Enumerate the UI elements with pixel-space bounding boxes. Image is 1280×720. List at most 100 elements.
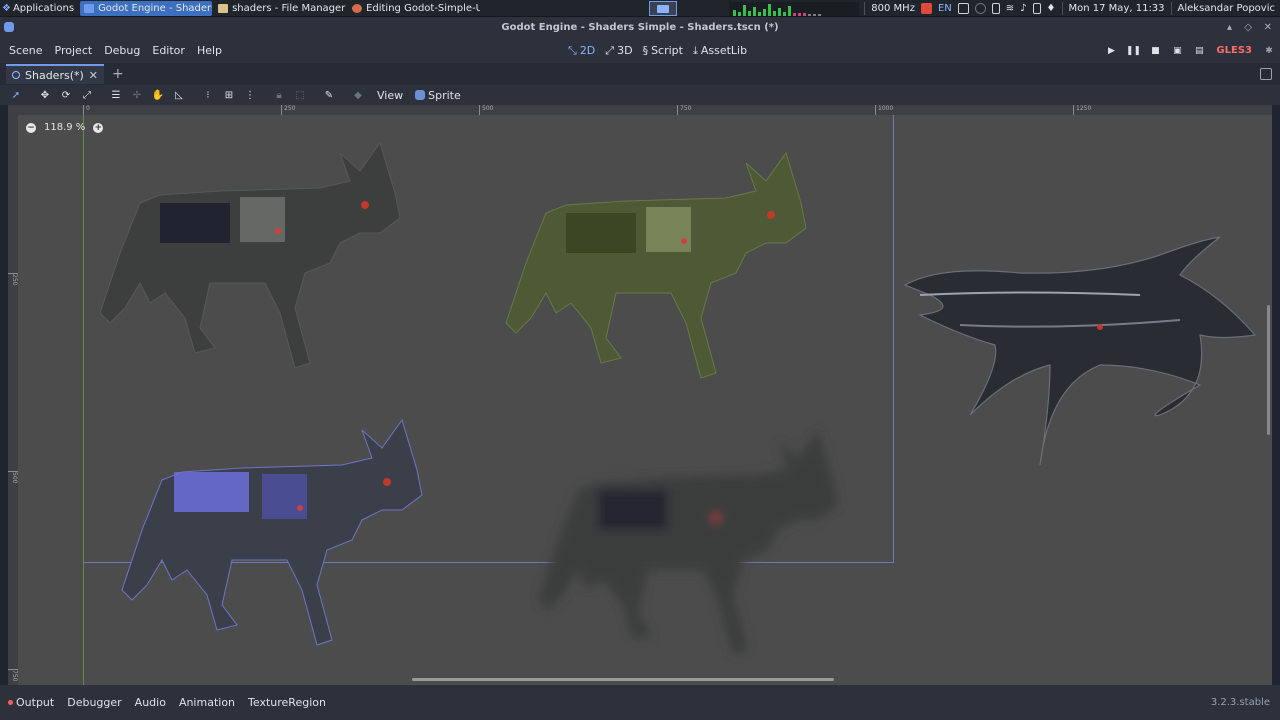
zoom-level[interactable]: 118.9 % [44, 122, 85, 133]
godot-app-icon [84, 3, 95, 13]
maximize-icon[interactable]: ◇ [1244, 22, 1252, 33]
bluetooth-icon[interactable] [974, 3, 986, 14]
canvas-viewport[interactable]: 0 250 500 750 1000 1250 250 500 750 − 11… [8, 105, 1272, 685]
workspace-3d[interactable]: ⤢ 3D [605, 44, 632, 58]
notification-icon[interactable]: ♦ [1047, 3, 1056, 14]
tab-output[interactable]: Output [8, 696, 54, 709]
close-icon[interactable]: ✕ [1264, 22, 1272, 33]
workspace-assetlib[interactable]: ⤓ AssetLib [693, 44, 747, 58]
ruler-left: 250 500 750 [8, 115, 18, 685]
zoom-out-button[interactable]: − [26, 122, 36, 133]
sprite-cat-distorted[interactable] [900, 235, 1260, 475]
workspace-label: 3D [617, 44, 633, 57]
ruler-tick: 1250 [1073, 105, 1091, 115]
update-spinner-icon[interactable]: ✱ [1264, 46, 1274, 56]
ruler-tick: 1000 [875, 105, 893, 115]
rotate-tool-icon[interactable]: ⟳ [58, 87, 74, 103]
zoom-controls: − 118.9 % + [26, 122, 104, 133]
ruler-tick: 500 [8, 471, 18, 483]
workspace-script[interactable]: § Script [643, 44, 683, 57]
snap-options-icon[interactable]: ⋮ [242, 87, 258, 103]
grid-snap-icon[interactable]: ⊞ [221, 87, 237, 103]
ruler-tool-icon[interactable]: ◺ [171, 87, 187, 103]
horizontal-scrollbar[interactable] [412, 678, 834, 681]
play-scene-icon[interactable]: ▣ [1172, 46, 1182, 56]
smart-snap-icon[interactable]: ⁝ [200, 87, 216, 103]
wifi-icon[interactable]: ≋ [1006, 3, 1014, 14]
menu-editor[interactable]: Editor [146, 44, 191, 57]
phone-icon[interactable] [991, 3, 1000, 14]
window-titlebar[interactable]: Godot Engine - Shaders Simple - Shaders.… [0, 17, 1280, 38]
task-label: Editing Godot-Simple-U... [366, 2, 481, 14]
task-browser[interactable]: Editing Godot-Simple-U... [348, 1, 480, 16]
volume-icon[interactable]: ♪ [1020, 3, 1026, 14]
workspace-label: Script [651, 44, 683, 57]
applications-menu[interactable]: ❖ Applications [0, 1, 78, 16]
sprite-cat-camo-green[interactable] [496, 143, 826, 388]
tab-animation[interactable]: Animation [179, 696, 235, 709]
ruler-top: 0 250 500 750 1000 1250 [8, 105, 1272, 115]
sprite-menu[interactable]: Sprite [415, 89, 461, 102]
view-menu[interactable]: View [377, 89, 403, 102]
workspace-tabs: ⤡ 2D ⤢ 3D § Script ⤓ AssetLib [568, 38, 747, 63]
group-icon[interactable]: ⬚ [292, 87, 308, 103]
engine-version: 3.2.3.stable [1210, 697, 1270, 708]
task-godot[interactable]: Godot Engine - Shaders ... [80, 0, 213, 16]
user-name[interactable]: Aleksandar Popovic [1178, 3, 1275, 14]
3d-icon: ⤢ [605, 43, 615, 57]
scale-tool-icon[interactable]: ⤢ [79, 87, 95, 103]
bottom-panel-bar: Output Debugger Audio Animation TextureR… [0, 685, 1280, 720]
play-custom-scene-icon[interactable]: ▤ [1194, 46, 1204, 56]
browser-icon [352, 3, 363, 13]
move-tool-icon[interactable]: ✥ [37, 87, 53, 103]
sprite-cat-camo-blue[interactable] [112, 410, 442, 655]
pan-tool-icon[interactable]: ✋ [150, 87, 166, 103]
ruler-tick: 0 [83, 105, 90, 115]
tab-texture-region[interactable]: TextureRegion [248, 696, 326, 709]
sprite-icon [415, 90, 426, 100]
close-tab-icon[interactable]: ✕ [89, 69, 98, 82]
cpu-graph [729, 1, 860, 16]
keyboard-layout[interactable]: EN [938, 3, 952, 14]
minimize-icon[interactable]: ▴ [1227, 22, 1232, 33]
task-file-manager[interactable]: shaders - File Manager [214, 1, 346, 16]
lock-icon[interactable]: 🔒︎ [271, 87, 287, 103]
distraction-free-icon[interactable] [1260, 68, 1272, 80]
clock[interactable]: Mon 17 May, 11:33 [1069, 3, 1165, 14]
sprite-cat-camo-dark[interactable] [90, 133, 420, 378]
workspace-2d[interactable]: ⤡ 2D [568, 44, 595, 58]
error-indicator-icon [8, 700, 13, 705]
stop-icon[interactable]: ■ [1150, 46, 1160, 56]
menu-debug[interactable]: Debug [98, 44, 146, 57]
sprite-cat-blurred[interactable] [528, 420, 858, 665]
add-tab-icon[interactable]: + [112, 66, 124, 82]
workspace-switcher[interactable] [649, 1, 677, 16]
pause-icon[interactable]: ❚❚ [1126, 46, 1141, 56]
workspace-label: 2D [579, 44, 596, 57]
task-label: Godot Engine - Shaders ... [98, 2, 212, 14]
play-controls: ▶ ❚❚ ■ ▣ ▤ GLES3 ✱ [1106, 38, 1274, 63]
camera-override-icon[interactable]: ◆ [350, 87, 366, 103]
applications-label: Applications [12, 2, 75, 14]
vertical-scrollbar[interactable] [1267, 305, 1270, 435]
battery-icon[interactable] [1032, 3, 1041, 14]
clipboard-icon[interactable] [957, 3, 969, 14]
menu-help[interactable]: Help [191, 44, 228, 57]
scene-tab-bar: Shaders(*) ✕ + [0, 63, 1280, 85]
applications-icon: ❖ [2, 2, 11, 14]
play-icon[interactable]: ▶ [1106, 46, 1116, 56]
select-tool-icon[interactable]: ➚ [8, 87, 24, 103]
renderer-select[interactable]: GLES3 [1216, 45, 1252, 56]
pivot-tool-icon[interactable]: ✢ [129, 87, 145, 103]
menu-project[interactable]: Project [49, 44, 99, 57]
zoom-in-button[interactable]: + [93, 122, 104, 133]
no-network-icon[interactable] [920, 3, 932, 14]
ruler-tick: 750 [8, 669, 18, 681]
tab-debugger[interactable]: Debugger [67, 696, 121, 709]
list-select-icon[interactable]: ☰ [108, 87, 124, 103]
tab-audio[interactable]: Audio [135, 696, 166, 709]
scene-tab-shaders[interactable]: Shaders(*) ✕ [6, 64, 104, 84]
bone-icon[interactable]: ✎ [321, 87, 337, 103]
menu-scene[interactable]: Scene [3, 44, 49, 57]
window-title: Godot Engine - Shaders Simple - Shaders.… [501, 22, 779, 33]
